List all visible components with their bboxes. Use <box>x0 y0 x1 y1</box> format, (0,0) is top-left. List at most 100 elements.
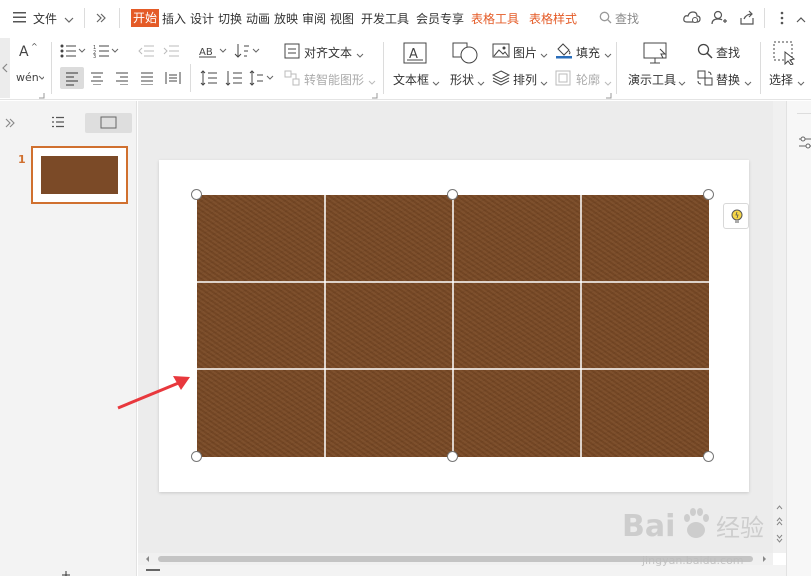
resize-handle-bottom-left[interactable] <box>191 451 202 462</box>
decrease-indent-icon <box>138 44 154 61</box>
line-spacing-icon[interactable] <box>200 70 218 89</box>
align-right-icon[interactable] <box>115 71 129 88</box>
chevron-down-icon <box>368 75 376 89</box>
arrange-icon[interactable] <box>491 70 511 89</box>
textbox-icon[interactable]: A <box>403 42 427 67</box>
chevron-down-icon[interactable] <box>540 48 548 62</box>
bullet-list-icon[interactable] <box>60 44 86 61</box>
picture-icon[interactable] <box>492 43 510 61</box>
ribbon-toolbar: A ^ wén 123 AB 对齐文本 转智能图形 A 文本框 形状 图片 排列… <box>0 36 811 100</box>
dialog-launcher-icon[interactable] <box>39 88 45 102</box>
resize-handle-top-left[interactable] <box>191 189 202 200</box>
select-icon[interactable] <box>773 41 797 68</box>
find-icon[interactable] <box>697 43 713 62</box>
expand-panel-icon[interactable] <box>4 117 16 131</box>
chevron-down-icon[interactable] <box>432 76 440 90</box>
align-text-label[interactable]: 对齐文本 <box>304 44 352 61</box>
more-options-icon[interactable] <box>780 11 784 28</box>
distribute-icon[interactable] <box>165 71 181 88</box>
property-settings-icon[interactable] <box>799 135 811 154</box>
notes-toggle[interactable] <box>146 569 160 571</box>
present-tools-label[interactable]: 演示工具 <box>628 71 676 88</box>
tab-member[interactable]: 会员专享 <box>416 10 464 27</box>
align-center-icon[interactable] <box>90 71 104 88</box>
smart-suggestion-button[interactable] <box>723 203 749 229</box>
slide-thumbnail[interactable] <box>31 146 128 204</box>
chevron-down-icon[interactable] <box>797 76 805 90</box>
tab-developer[interactable]: 开发工具 <box>361 10 409 27</box>
tab-review[interactable]: 审阅 <box>302 10 326 27</box>
chevron-down-icon[interactable] <box>744 76 752 90</box>
watermark-cn: 经验 <box>716 514 764 542</box>
fill-bucket-icon[interactable] <box>555 42 573 62</box>
share-icon[interactable] <box>739 10 755 28</box>
slide-number: 1 <box>18 153 26 166</box>
double-chevron-right-icon[interactable] <box>95 12 107 26</box>
phonetic-guide-icon[interactable]: wén <box>16 68 46 89</box>
text-direction-icon[interactable]: AB <box>198 44 228 61</box>
paragraph-spacing-icon[interactable] <box>225 70 243 89</box>
dialog-launcher-icon[interactable] <box>372 88 378 102</box>
file-menu[interactable]: 文件 <box>33 10 57 27</box>
align-text-icon[interactable] <box>284 43 300 62</box>
wood-texture-table[interactable] <box>197 195 709 457</box>
resize-handle-bottom-right[interactable] <box>703 451 714 462</box>
replace-icon[interactable] <box>697 70 713 89</box>
chevron-down-icon[interactable] <box>540 76 548 90</box>
shape-label[interactable]: 形状 <box>450 71 474 88</box>
chevron-down-icon[interactable] <box>678 76 686 90</box>
search-label[interactable]: 查找 <box>615 10 639 27</box>
thumbnail-table <box>40 155 119 195</box>
tab-insert[interactable]: 插入 <box>162 10 186 27</box>
present-tools-icon[interactable] <box>643 41 669 68</box>
tab-transition[interactable]: 切换 <box>218 10 242 27</box>
align-left-button[interactable] <box>60 67 84 89</box>
chevron-down-icon[interactable] <box>477 76 485 90</box>
chevron-down-icon[interactable] <box>64 13 74 27</box>
collapse-ribbon-icon[interactable] <box>796 13 806 27</box>
hamburger-menu-icon[interactable] <box>13 12 26 23</box>
tab-table-tools[interactable]: 表格工具 <box>471 10 519 27</box>
arrange-label[interactable]: 排列 <box>513 71 537 88</box>
dialog-launcher-icon[interactable] <box>606 88 612 102</box>
slide-view-tab[interactable] <box>85 113 132 133</box>
resize-handle-bottom-center[interactable] <box>447 451 458 462</box>
increase-indent-icon <box>163 44 179 61</box>
cloud-sync-icon[interactable] <box>683 10 701 28</box>
replace-label[interactable]: 替换 <box>716 71 740 88</box>
fill-label[interactable]: 填充 <box>576 44 600 61</box>
outline-view-icon[interactable] <box>51 116 65 131</box>
numbered-list-icon[interactable]: 123 <box>93 44 119 61</box>
svg-text:^: ^ <box>31 42 38 51</box>
justify-icon[interactable] <box>140 71 154 88</box>
tab-slideshow[interactable]: 放映 <box>274 10 298 27</box>
vertical-scrollbar[interactable] <box>773 101 786 553</box>
user-add-icon[interactable] <box>711 10 727 28</box>
add-slide-plus[interactable] <box>62 568 70 576</box>
smartart-icon <box>284 70 300 89</box>
svg-text:AB: AB <box>199 47 213 58</box>
svg-text:3: 3 <box>93 54 96 58</box>
baidu-watermark: Bai jingyan.baidu.com 经验 <box>620 500 800 570</box>
increase-font-icon[interactable]: A ^ <box>18 42 40 61</box>
tab-view[interactable]: 视图 <box>330 10 354 27</box>
shape-icon[interactable] <box>452 41 480 68</box>
spacing-options-icon[interactable] <box>249 70 275 89</box>
select-label[interactable]: 选择 <box>769 71 793 88</box>
picture-label[interactable]: 图片 <box>513 44 537 61</box>
tab-table-style[interactable]: 表格样式 <box>529 10 577 27</box>
tab-design[interactable]: 设计 <box>190 10 214 27</box>
resize-handle-top-center[interactable] <box>447 189 458 200</box>
find-label[interactable]: 查找 <box>716 44 740 61</box>
textbox-label[interactable]: 文本框 <box>393 71 429 88</box>
resize-handle-top-right[interactable] <box>703 189 714 200</box>
tab-animation[interactable]: 动画 <box>246 10 270 27</box>
line-spacing-sort-icon[interactable] <box>234 43 260 62</box>
search-icon[interactable] <box>599 11 612 27</box>
ribbon-scroll-left[interactable] <box>0 38 10 98</box>
chevron-down-icon[interactable] <box>604 48 612 62</box>
red-arrow-annotation <box>115 372 195 415</box>
svg-text:wén: wén <box>16 71 39 84</box>
tab-home[interactable]: 开始 <box>131 9 160 27</box>
chevron-down-icon[interactable] <box>356 48 364 62</box>
